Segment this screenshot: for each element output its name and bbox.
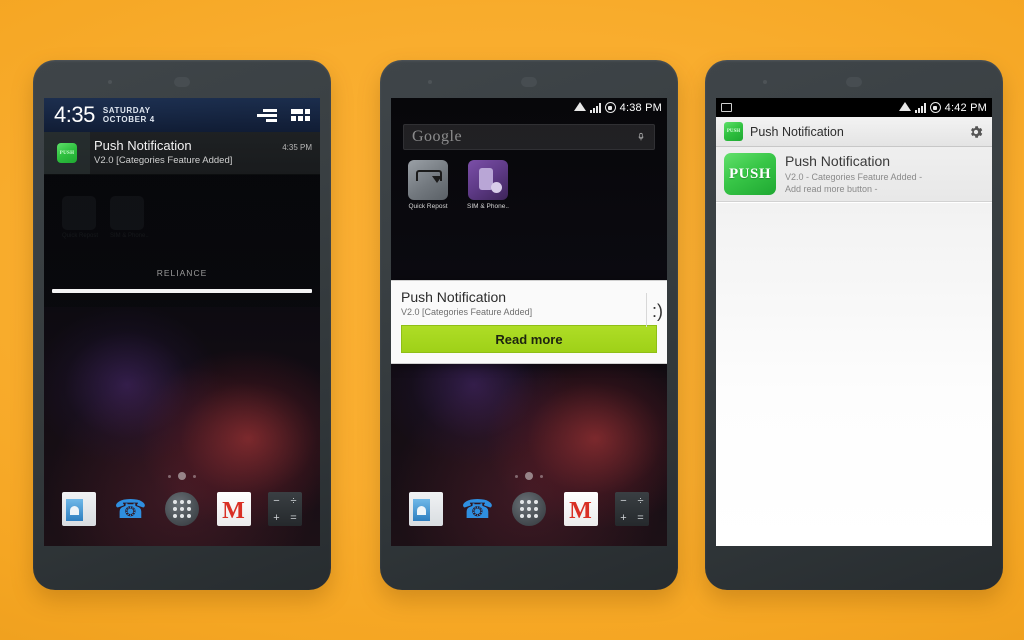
shade-clock: 4:35 [54, 102, 95, 127]
app-content-area [716, 203, 992, 546]
shade-action-group [257, 108, 310, 122]
notification-icon-wrap: PUSH [44, 132, 90, 174]
notification-body: Push Notification 4:35 PM V2.0 [Categori… [90, 132, 320, 174]
sim-phone-icon [468, 160, 508, 200]
dialog-smiley: :) [652, 301, 663, 321]
page-dot[interactable] [540, 474, 543, 478]
calculator-icon[interactable]: − ÷ + = [615, 492, 649, 526]
notification-title: Push Notification [94, 138, 192, 153]
home-dock: ☎ M − ÷ + = [62, 492, 302, 526]
notification-time: 4:35 PM [282, 143, 312, 152]
notification-shade-header: 4:35 SATURDAY OCTOBER 4 [44, 98, 320, 132]
page-dot[interactable] [515, 474, 518, 478]
status-bar: 4:42 PM [716, 98, 992, 117]
carrier-label: RELIANCE [156, 268, 208, 278]
volume-icon [604, 102, 616, 113]
wifi-icon [573, 102, 586, 111]
list-item[interactable]: PUSH Push Notification V2.0 - Categories… [716, 147, 992, 203]
page-dot-active[interactable] [178, 472, 186, 480]
home-dock: ☎ M − ÷ + = [409, 492, 649, 526]
page-indicator [168, 472, 196, 480]
phone-1-screen: Quick Repost SIM & Phone.. 4:35 SATURDAY… [44, 98, 320, 546]
phone-device-2: 4:38 PM Google Quick Repost SIM & Phone.… [380, 60, 678, 590]
signal-icon [589, 102, 601, 113]
clear-all-icon[interactable] [257, 108, 277, 122]
app-drawer-icon[interactable] [165, 492, 199, 526]
earpiece-speaker [521, 77, 537, 87]
dialog-title: Push Notification [401, 289, 507, 305]
phone-device-3: 4:42 PM PUSH Push Notification PUSH Push… [705, 60, 1003, 590]
volume-icon [929, 102, 941, 113]
shade-day-label: SATURDAY [102, 105, 151, 115]
calc-equals: = [637, 511, 644, 524]
calc-minus: − [620, 494, 627, 507]
wifi-icon [898, 102, 911, 111]
status-bar-clock: 4:38 PM [619, 101, 662, 114]
app-item-quick-repost[interactable]: Quick Repost [407, 160, 449, 210]
list-item-title: Push Notification [785, 153, 891, 169]
status-bar: 4:38 PM [391, 98, 667, 117]
status-bar-clock: 4:42 PM [944, 101, 987, 114]
status-bar-right: 4:38 PM [573, 101, 662, 114]
calc-divide: ÷ [290, 494, 297, 507]
phone-icon[interactable]: ☎ [114, 492, 148, 526]
status-bar-right: 4:42 PM [898, 101, 987, 114]
signal-icon [914, 102, 926, 113]
list-item-text: Push Notification V2.0 - Categories Feat… [785, 153, 922, 195]
proximity-sensor-icon [108, 80, 112, 84]
dialog-subtitle: V2.0 [Categories Feature Added] [401, 307, 533, 317]
push-app-icon: PUSH [724, 122, 743, 141]
app-item-sim-phone[interactable]: SIM & Phone.. [467, 160, 509, 210]
microphone-icon[interactable] [636, 130, 646, 144]
list-item-line1: V2.0 - Categories Feature Added - [785, 172, 923, 182]
dialog-divider [646, 293, 647, 327]
read-more-button[interactable]: Read more [401, 325, 657, 353]
list-item-line2: Add read more button - [785, 184, 878, 195]
phone-icon[interactable]: ☎ [461, 492, 495, 526]
page-dot[interactable] [193, 474, 196, 478]
page-dot-active[interactable] [525, 472, 533, 480]
quick-settings-icon[interactable] [291, 109, 310, 121]
contacts-icon[interactable] [62, 492, 96, 526]
push-app-icon: PUSH [57, 143, 77, 163]
calc-plus: + [273, 511, 280, 524]
proximity-sensor-icon [428, 80, 432, 84]
app-label: Quick Repost [408, 203, 448, 210]
shade-drag-handle[interactable] [52, 289, 312, 293]
notification-item[interactable]: PUSH Push Notification 4:35 PM V2.0 [Cat… [44, 132, 320, 175]
calculator-icon[interactable]: − ÷ + = [268, 492, 302, 526]
notification-subtitle: V2.0 [Categories Feature Added] [94, 155, 233, 166]
calc-plus: + [620, 511, 627, 524]
contacts-icon[interactable] [409, 492, 443, 526]
page-indicator [515, 472, 543, 480]
push-dialog: :) Push Notification V2.0 [Categories Fe… [391, 280, 667, 364]
gmail-icon[interactable]: M [216, 492, 251, 526]
proximity-sensor-icon [763, 80, 767, 84]
calc-equals: = [290, 511, 297, 524]
home-app-grid: Quick Repost SIM & Phone.. [407, 160, 509, 210]
earpiece-speaker [846, 77, 862, 87]
push-app-icon: PUSH [724, 153, 776, 195]
google-search-label: Google [412, 128, 463, 145]
notification-title-row: Push Notification 4:35 PM [94, 138, 312, 153]
shade-date-label: OCTOBER 4 [102, 115, 155, 124]
quick-repost-icon [408, 160, 448, 200]
app-drawer-icon[interactable] [512, 492, 546, 526]
screenshot-icon [721, 103, 732, 112]
gmail-icon[interactable]: M [563, 492, 598, 526]
app-label: SIM & Phone.. [467, 203, 509, 210]
app-action-bar: PUSH Push Notification [716, 117, 992, 147]
phone-3-screen: 4:42 PM PUSH Push Notification PUSH Push… [716, 98, 992, 546]
earpiece-speaker [174, 77, 190, 87]
phone-2-screen: 4:38 PM Google Quick Repost SIM & Phone.… [391, 98, 667, 546]
phone-device-1: Quick Repost SIM & Phone.. 4:35 SATURDAY… [33, 60, 331, 590]
google-search-widget[interactable]: Google [403, 124, 655, 150]
page-dot[interactable] [168, 474, 171, 478]
calc-divide: ÷ [637, 494, 644, 507]
gear-icon[interactable] [968, 124, 984, 140]
shade-date: SATURDAY OCTOBER 4 [103, 106, 155, 124]
app-title: Push Notification [750, 124, 844, 139]
calc-minus: − [273, 494, 280, 507]
